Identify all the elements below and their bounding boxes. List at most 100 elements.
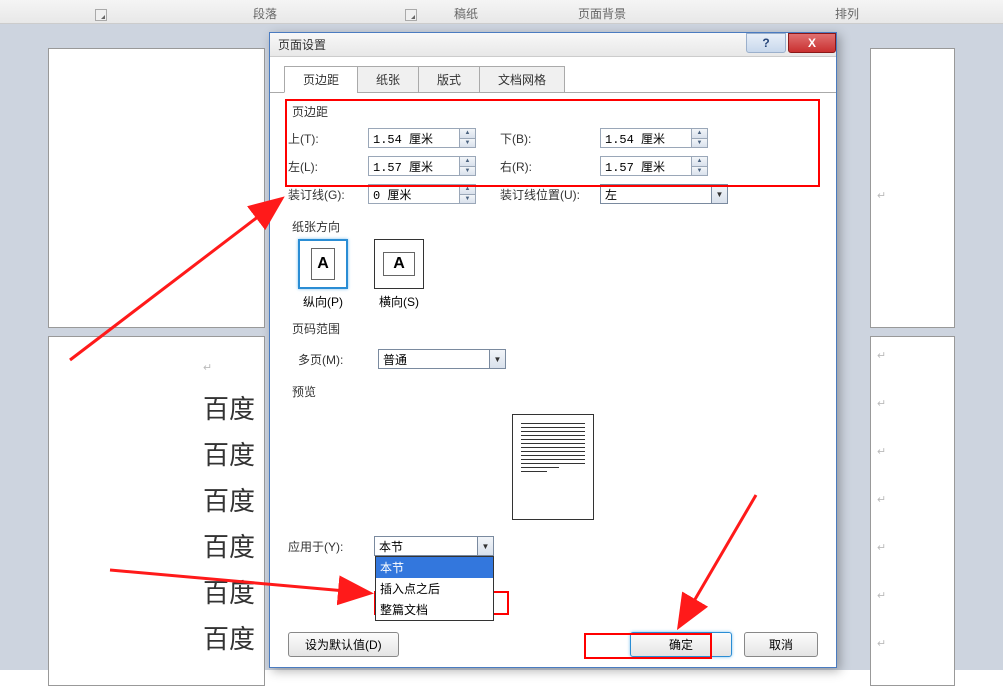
pages-group: 页码范围 多页(M): ▼ [288,320,818,373]
button-label: 确定 [669,638,693,652]
apply-option-after[interactable]: 插入点之后 [376,578,493,599]
dialog-launcher-icon[interactable] [95,9,107,21]
doc-text: 百度 [203,571,264,617]
spin-down-icon[interactable]: ▼ [692,167,707,176]
paragraph-mark-icon: ↵ [877,397,886,410]
dialog-title: 页面设置 [278,36,326,53]
button-label: 设为默认值(D) [305,638,382,652]
ribbon-group-arrange: 排列 [692,0,1002,24]
paragraph-mark-icon: ↵ [877,349,886,362]
apply-to-combo[interactable]: ▼ 本节 插入点之后 整篇文档 [374,536,494,556]
landscape-button[interactable]: A [374,239,424,289]
help-button[interactable]: ? [746,33,786,53]
spin-up-icon[interactable]: ▲ [460,157,475,167]
group-legend: 纸张方向 [288,218,344,235]
close-icon: X [808,36,816,50]
preview-page-icon [512,414,594,520]
ribbon-label: 排列 [835,5,859,22]
spin-up-icon[interactable]: ▲ [692,157,707,167]
top-margin-input[interactable] [369,129,459,147]
spin-up-icon[interactable]: ▲ [460,185,475,195]
document-page: ↵ [870,48,955,328]
chevron-down-icon[interactable]: ▼ [477,537,493,555]
apply-option-whole[interactable]: 整篇文档 [376,599,493,620]
tab-label: 页边距 [303,73,339,87]
spin-down-icon[interactable]: ▼ [692,139,707,148]
default-button[interactable]: 设为默认值(D) [288,632,399,657]
spin-down-icon[interactable]: ▼ [460,195,475,204]
spin-down-icon[interactable]: ▼ [460,139,475,148]
ribbon-label: 稿纸 [454,5,478,22]
bottom-margin-input[interactable] [601,129,691,147]
ok-button[interactable]: 确定 [630,632,732,657]
apply-to-dropdown: 本节 插入点之后 整篇文档 [375,556,494,621]
left-margin-input[interactable] [369,157,459,175]
bottom-margin-spinner[interactable]: ▲▼ [600,128,708,148]
right-margin-spinner[interactable]: ▲▼ [600,156,708,176]
multipage-value[interactable] [379,350,489,368]
apply-to-value[interactable] [375,537,477,555]
orientation-group: 纸张方向 A 纵向(P) A 横向(S) [288,218,818,310]
left-margin-label: 左(L): [288,158,368,175]
chevron-down-icon[interactable]: ▼ [489,350,505,368]
gutter-spinner[interactable]: ▲▼ [368,184,476,204]
dialog-tabs: 页边距 纸张 版式 文档网格 [270,57,836,93]
document-page: ↵ 百度 百度 百度 百度 百度 百度 [48,336,265,686]
document-page: ↵ ↵ ↵ ↵ ↵ ↵ ↵ [870,336,955,686]
group-legend: 页边距 [288,103,332,120]
tab-layout[interactable]: 版式 [418,66,480,93]
tab-label: 纸张 [376,73,400,87]
ribbon-group-pagebg: 页面背景 [512,0,692,24]
tab-paper[interactable]: 纸张 [357,66,419,93]
gutter-pos-label: 装订线位置(U): [500,186,600,203]
dialog-button-row: 设为默认值(D) 确定 取消 [288,632,818,657]
group-legend: 页码范围 [288,320,344,337]
spin-up-icon[interactable]: ▲ [460,129,475,139]
ribbon-group-paper: 稿纸 [420,0,512,24]
paragraph-mark-icon: ↵ [877,541,886,554]
dialog-titlebar[interactable]: 页面设置 ? X [270,33,836,57]
dialog-body: 页边距 上(T): ▲▼ 下(B): ▲▼ 左(L): ▲▼ [270,93,836,566]
landscape-label: 横向(S) [379,293,419,310]
button-label: 取消 [769,638,793,652]
tab-margins[interactable]: 页边距 [284,66,358,93]
portrait-label: 纵向(P) [303,293,343,310]
gutter-pos-value[interactable] [601,185,711,203]
tab-grid[interactable]: 文档网格 [479,66,565,93]
preview-group: 预览 [288,383,818,524]
portrait-icon: A [311,248,335,280]
dialog-launcher-icon[interactable] [405,9,417,21]
paragraph-mark-icon: ↵ [877,589,886,602]
doc-text: 百度 [203,479,264,525]
chevron-down-icon[interactable]: ▼ [711,185,727,203]
close-button[interactable]: X [788,33,836,53]
cancel-button[interactable]: 取消 [744,632,818,657]
group-legend: 预览 [288,383,320,400]
right-margin-input[interactable] [601,157,691,175]
gutter-pos-combo[interactable]: ▼ [600,184,728,204]
left-margin-spinner[interactable]: ▲▼ [368,156,476,176]
doc-text: 百度 [203,525,264,571]
doc-text: 百度 [203,387,264,433]
spin-down-icon[interactable]: ▼ [460,167,475,176]
paragraph-mark-icon: ↵ [877,637,886,650]
paragraph-mark-icon: ↵ [877,445,886,458]
apply-option-section[interactable]: 本节 [376,557,493,578]
ribbon: 段落 稿纸 页面背景 排列 [0,0,1003,24]
paragraph-mark-icon: ↵ [877,189,886,202]
multipage-combo[interactable]: ▼ [378,349,506,369]
doc-text: 百度 [203,433,264,479]
ribbon-group [0,0,110,24]
margins-group: 页边距 上(T): ▲▼ 下(B): ▲▼ 左(L): ▲▼ [288,103,818,208]
spin-up-icon[interactable]: ▲ [692,129,707,139]
page-setup-dialog: 页面设置 ? X 页边距 纸张 版式 文档网格 页边距 上(T): ▲▼ 下(B… [269,32,837,668]
landscape-icon: A [383,252,415,276]
top-margin-spinner[interactable]: ▲▼ [368,128,476,148]
portrait-button[interactable]: A [298,239,348,289]
gutter-label: 装订线(G): [288,186,368,203]
right-margin-label: 右(R): [500,158,600,175]
ribbon-group-paragraph: 段落 [110,0,420,24]
gutter-input[interactable] [369,185,459,203]
doc-text: 百度 [203,617,264,663]
ribbon-label: 段落 [253,5,277,22]
